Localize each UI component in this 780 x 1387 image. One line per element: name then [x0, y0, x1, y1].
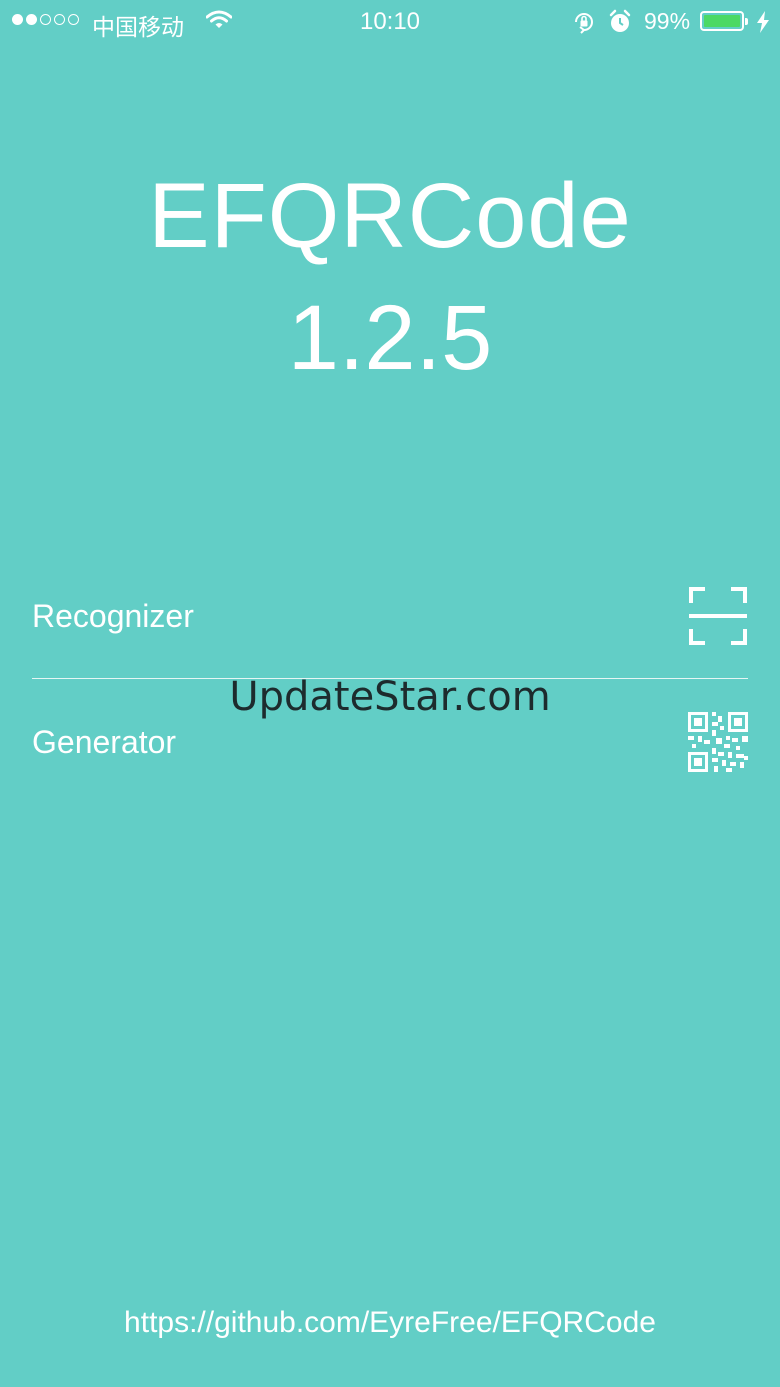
app-title: EFQRCode [148, 165, 632, 267]
watermark-text: UpdateStar.com [229, 674, 551, 720]
charging-bolt-icon [756, 11, 770, 38]
recognizer-label: Recognizer [32, 598, 194, 634]
github-link[interactable]: https://github.com/EyreFree/EFQRCode [0, 1306, 780, 1340]
status-bar: 中国移动 10:10 99% [0, 0, 780, 44]
alarm-icon [608, 9, 632, 40]
recognizer-row[interactable]: Recognizer [32, 566, 748, 666]
generator-label: Generator [32, 724, 177, 760]
app-version: 1.2.5 [287, 287, 493, 389]
battery-icon [700, 11, 748, 31]
battery-percentage: 99% [644, 8, 691, 34]
scan-frame-icon [688, 586, 748, 646]
orientation-lock-icon [572, 10, 596, 39]
qr-code-icon [688, 712, 748, 772]
